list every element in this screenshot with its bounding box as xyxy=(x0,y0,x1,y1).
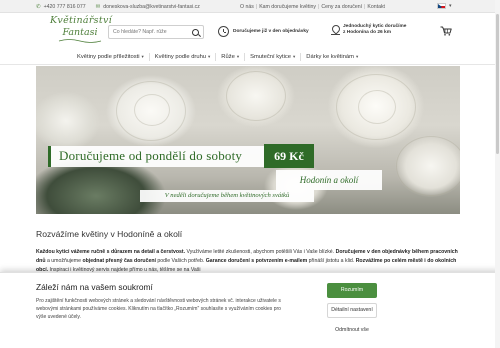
cookie-reject-button[interactable]: Odmítnout vše xyxy=(327,323,377,338)
search-icon[interactable] xyxy=(192,28,199,36)
chevron-down-icon[interactable]: ▾ xyxy=(449,3,452,9)
chevron-down-icon: ▾ xyxy=(293,53,296,59)
logo-flourish-icon xyxy=(58,39,102,43)
email-link[interactable]: doneskova-sluzba@kvetinarstvi-fantasi.cz xyxy=(103,4,200,10)
hero-sunday-note: V neděli doručujeme během květinových sv… xyxy=(140,190,314,202)
delivery-today-info: Doručujeme již v den objednávky xyxy=(218,26,309,37)
phone-link[interactable]: +420 777 816 077 xyxy=(44,4,86,10)
phone-icon: ✆ xyxy=(36,3,41,10)
delivery-area-line-2: z Hodonína do 26 km xyxy=(343,30,391,35)
link-delivery-area[interactable]: Kam doručujeme květiny xyxy=(259,4,316,10)
contact-info: ✆ +420 777 816 077 ✉ doneskova-sluzba@kv… xyxy=(36,4,200,10)
link-contact[interactable]: Kontakt xyxy=(367,4,385,10)
clock-icon xyxy=(218,26,229,37)
nav-item-label: Dárky ke květinám xyxy=(306,53,354,60)
cart-icon[interactable] xyxy=(440,26,452,36)
intro-text: a umožňujeme xyxy=(45,257,83,264)
hero-headline: Doručujeme od pondělí do soboty xyxy=(59,148,243,163)
delivery-area-line-1: Jednoduchý kytic doručíme xyxy=(343,24,407,29)
rose-image xyxy=(396,136,460,196)
rose-image xyxy=(134,94,170,126)
cookie-text: Pro zajištění funkčnosti webových stráne… xyxy=(36,298,281,321)
chevron-down-icon: ▾ xyxy=(236,53,240,59)
chevron-down-icon: ▾ xyxy=(355,53,359,59)
intro-text: Využíváme letité zkušenosti, abychom pot… xyxy=(185,249,336,255)
link-separator: | xyxy=(318,3,320,10)
link-about[interactable]: O nás xyxy=(240,4,254,10)
rose-image xyxy=(226,71,286,121)
map-pin-icon xyxy=(331,25,340,35)
search-box xyxy=(108,25,204,39)
nav-item-label: Květiny podle příležitosti xyxy=(77,53,140,60)
logo-line-1: Květinářství xyxy=(50,15,112,26)
delivery-today-text: Doručujeme již v den objednávky xyxy=(233,28,309,34)
intro-bold: Každou kytici vážeme ručně s důrazem na … xyxy=(36,249,186,255)
nav-item-label: Květiny podle druhu xyxy=(154,53,207,60)
language-flag-icon[interactable] xyxy=(437,3,446,9)
cookie-consent-bar: Záleží nám na vašem soukromí Pro zajiště… xyxy=(0,272,500,348)
nav-divider xyxy=(0,64,500,65)
chevron-down-icon: ▾ xyxy=(141,53,144,59)
intro-text: přináší jistotu a klid. xyxy=(307,257,356,264)
cookie-accept-button[interactable]: Rozumím xyxy=(327,283,377,298)
nav-item-occasions[interactable]: Květiny podle příležitosti ▾ xyxy=(72,52,150,61)
nav-item-flower-types[interactable]: Květiny podle druhu ▾ xyxy=(150,52,217,61)
page-title: Rozvážíme květiny v Hodoníně a okolí xyxy=(36,229,183,239)
link-separator: | xyxy=(255,3,258,10)
cookie-title: Záleží nám na vašem soukromí xyxy=(36,282,153,292)
hero-banner[interactable]: Doručujeme od pondělí do soboty 69 Kč Ho… xyxy=(36,66,460,214)
nav-item-roses[interactable]: Růže ▾ xyxy=(216,52,246,61)
nav-item-funeral[interactable]: Smuteční kytice ▾ xyxy=(245,52,302,61)
hero-headline-band: Doručujeme od pondělí do soboty xyxy=(48,146,264,167)
mail-icon: ✉ xyxy=(95,3,101,10)
nav-item-label: Smuteční kytice xyxy=(250,53,292,60)
top-utility-bar: ✆ +420 777 816 077 ✉ doneskova-sluzba@kv… xyxy=(0,0,500,13)
top-links: O nás | Kam doručujeme květiny | Ceny za… xyxy=(240,4,385,10)
hero-location: Hodonín a okolí xyxy=(276,170,382,190)
delivery-area-text: Jednoduchý kytic doručíme z Hodonína do … xyxy=(343,24,406,36)
link-separator: | xyxy=(364,3,366,10)
chevron-down-icon: ▾ xyxy=(208,53,211,59)
intro-bold: Garance doručení s potvrzením e-mailem xyxy=(205,257,308,264)
intro-text: podle Vašich potřeb. xyxy=(155,257,206,264)
search-input[interactable] xyxy=(109,26,189,38)
page-scrollbar[interactable] xyxy=(495,0,500,348)
link-delivery-prices[interactable]: Ceny za doručení xyxy=(321,4,362,10)
logo[interactable]: Květinářství Fantasi xyxy=(50,15,112,49)
scrollbar-thumb[interactable] xyxy=(496,14,499,154)
intro-paragraph: Každou kytici vážeme ručně s důrazem na … xyxy=(36,248,460,274)
main-navigation: Květiny podle příležitosti ▾ Květiny pod… xyxy=(72,51,363,62)
intro-bold: objednat přesný čas doručení xyxy=(82,257,156,264)
cookie-settings-button[interactable]: Détailní nastavení xyxy=(327,303,377,318)
logo-line-2: Fantasi xyxy=(62,27,98,38)
nav-item-label: Růže xyxy=(221,53,235,60)
nav-item-gifts[interactable]: Dárky ke květinám ▾ xyxy=(301,53,363,61)
delivery-area-info: Jednoduchý kytic doručíme z Hodonína do … xyxy=(331,24,406,36)
rose-image xyxy=(358,90,396,124)
hero-price-badge: 69 Kč xyxy=(264,144,314,168)
